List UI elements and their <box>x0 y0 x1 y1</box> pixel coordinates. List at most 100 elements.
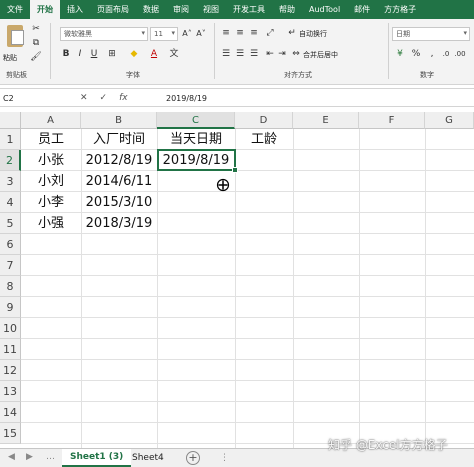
font-size-select[interactable]: 11 ▾ <box>150 27 178 41</box>
column-header-a[interactable]: A <box>21 112 81 129</box>
paste-button[interactable] <box>4 22 26 52</box>
fill-color-icon[interactable]: ◆ <box>128 48 140 60</box>
copy-icon[interactable]: ⧉ <box>30 37 42 49</box>
tab-developer[interactable]: 开发工具 <box>226 0 272 19</box>
tab-help[interactable]: 帮助 <box>272 0 302 19</box>
align-right-icon[interactable]: ☰ <box>248 48 260 60</box>
align-middle-icon[interactable]: ≡ <box>234 27 246 39</box>
wrap-text-label[interactable]: 自动换行 <box>299 29 327 39</box>
format-painter-icon[interactable]: 🖌 <box>30 51 42 63</box>
sheet-tab-sheet1-3[interactable]: Sheet1 (3) <box>62 449 132 467</box>
tab-view[interactable]: 视图 <box>196 0 226 19</box>
merge-center-label[interactable]: 合并后居中 <box>303 50 338 60</box>
group-alignment-label: 对齐方式 <box>284 71 312 79</box>
fill-handle[interactable] <box>232 167 238 173</box>
column-header-e[interactable]: E <box>293 112 359 129</box>
row-header-10[interactable]: 10 <box>0 318 21 339</box>
cell-b1[interactable]: 入厂时间 <box>81 129 157 150</box>
cut-icon[interactable]: ✂ <box>30 23 42 35</box>
bold-icon[interactable]: B <box>60 48 72 60</box>
column-header-c[interactable]: C <box>157 112 235 129</box>
border-icon[interactable]: ⊞ <box>106 48 118 60</box>
row-header-15[interactable]: 15 <box>0 423 21 444</box>
cell-b4[interactable]: 2015/3/10 <box>81 192 157 213</box>
italic-icon[interactable]: I <box>74 48 86 60</box>
row-header-7[interactable]: 7 <box>0 255 21 276</box>
tab-audtool[interactable]: AudTool <box>302 0 347 19</box>
formula-icons: ✕ ✓ fx <box>80 91 128 105</box>
underline-icon[interactable]: U <box>88 48 100 60</box>
align-top-icon[interactable]: ≡ <box>220 27 232 39</box>
column-header-g[interactable]: G <box>425 112 474 129</box>
row-header-1[interactable]: 1 <box>0 129 21 150</box>
formula-bar: C2 ✕ ✓ fx 2019/8/19 <box>0 88 474 107</box>
tab-review[interactable]: 审阅 <box>166 0 196 19</box>
select-all-button[interactable] <box>0 112 21 129</box>
align-left-icon[interactable]: ☰ <box>220 48 232 60</box>
increase-font-icon[interactable]: A˄ <box>181 28 193 40</box>
worksheet-grid[interactable]: A B C D E F G 1 2 3 4 5 6 7 8 9 10 11 12… <box>0 112 474 448</box>
row-header-3[interactable]: 3 <box>0 171 21 192</box>
decrease-decimal-icon[interactable]: .00 <box>454 48 466 60</box>
cancel-icon[interactable]: ✕ <box>80 93 88 103</box>
decrease-indent-icon[interactable]: ⇤ <box>264 48 276 60</box>
orientation-icon[interactable]: ⤢ <box>264 27 276 39</box>
excel-window: 文件 开始 插入 页面布局 数据 审阅 视图 开发工具 帮助 AudTool 邮… <box>0 0 474 467</box>
cell-a2[interactable]: 小张 <box>21 150 81 171</box>
cell-c1[interactable]: 当天日期 <box>157 129 235 150</box>
row-header-14[interactable]: 14 <box>0 402 21 423</box>
row-header-6[interactable]: 6 <box>0 234 21 255</box>
cell-a5[interactable]: 小强 <box>21 213 81 234</box>
cell-b3[interactable]: 2014/6/11 <box>81 171 157 192</box>
row-header-11[interactable]: 11 <box>0 339 21 360</box>
row-header-9[interactable]: 9 <box>0 297 21 318</box>
sheet-bar-more-icon[interactable]: ⋮ <box>220 453 229 463</box>
align-bottom-icon[interactable]: ≡ <box>248 27 260 39</box>
tab-file[interactable]: 文件 <box>0 0 30 19</box>
row-header-8[interactable]: 8 <box>0 276 21 297</box>
tab-fangfang[interactable]: 方方格子 <box>377 0 423 19</box>
column-header-b[interactable]: B <box>81 112 157 129</box>
cell-b2[interactable]: 2012/8/19 <box>81 150 157 171</box>
font-color-icon[interactable]: A <box>148 48 160 60</box>
sheet-tab-sheet4[interactable]: Sheet4 <box>124 449 172 467</box>
row-header-2[interactable]: 2 <box>0 150 21 171</box>
cell-a3[interactable]: 小刘 <box>21 171 81 192</box>
cell-d1[interactable]: 工龄 <box>235 129 293 150</box>
increase-indent-icon[interactable]: ⇥ <box>276 48 288 60</box>
cell-a4[interactable]: 小李 <box>21 192 81 213</box>
comma-icon[interactable]: , <box>426 48 438 60</box>
fx-icon[interactable]: fx <box>119 93 128 103</box>
font-size-value: 11 <box>154 30 163 38</box>
cell-b5[interactable]: 2018/3/19 <box>81 213 157 234</box>
tab-mail[interactable]: 邮件 <box>347 0 377 19</box>
more-sheets-icon[interactable]: … <box>46 452 55 462</box>
add-sheet-icon[interactable]: + <box>186 451 200 465</box>
row-header-5[interactable]: 5 <box>0 213 21 234</box>
row-header-12[interactable]: 12 <box>0 360 21 381</box>
percent-icon[interactable]: % <box>410 48 422 60</box>
number-format-select[interactable]: 日期 ▾ <box>392 27 470 41</box>
cell-a1[interactable]: 员工 <box>21 129 81 150</box>
tab-insert[interactable]: 插入 <box>60 0 90 19</box>
increase-decimal-icon[interactable]: .0 <box>440 48 452 60</box>
row-header-13[interactable]: 13 <box>0 381 21 402</box>
formula-input[interactable]: 2019/8/19 <box>166 91 207 105</box>
tab-page-layout[interactable]: 页面布局 <box>90 0 136 19</box>
column-header-f[interactable]: F <box>359 112 425 129</box>
enter-icon[interactable]: ✓ <box>100 93 108 103</box>
column-header-d[interactable]: D <box>235 112 293 129</box>
prev-sheet-icon[interactable]: ◀ <box>8 452 15 462</box>
decrease-font-icon[interactable]: A˅ <box>195 28 207 40</box>
font-name-select[interactable]: 微软雅黑 ▾ <box>60 27 148 41</box>
tab-data[interactable]: 数据 <box>136 0 166 19</box>
merge-center-icon[interactable]: ⇔ <box>290 48 302 60</box>
row-header-4[interactable]: 4 <box>0 192 21 213</box>
next-sheet-icon[interactable]: ▶ <box>26 452 33 462</box>
tab-home[interactable]: 开始 <box>30 0 60 19</box>
wrap-text-icon[interactable]: ↵ <box>286 27 298 39</box>
phonetic-icon[interactable]: 文 <box>168 48 180 60</box>
name-box[interactable]: C2 <box>1 91 71 105</box>
align-center-icon[interactable]: ☰ <box>234 48 246 60</box>
currency-icon[interactable]: ¥ <box>394 48 406 60</box>
